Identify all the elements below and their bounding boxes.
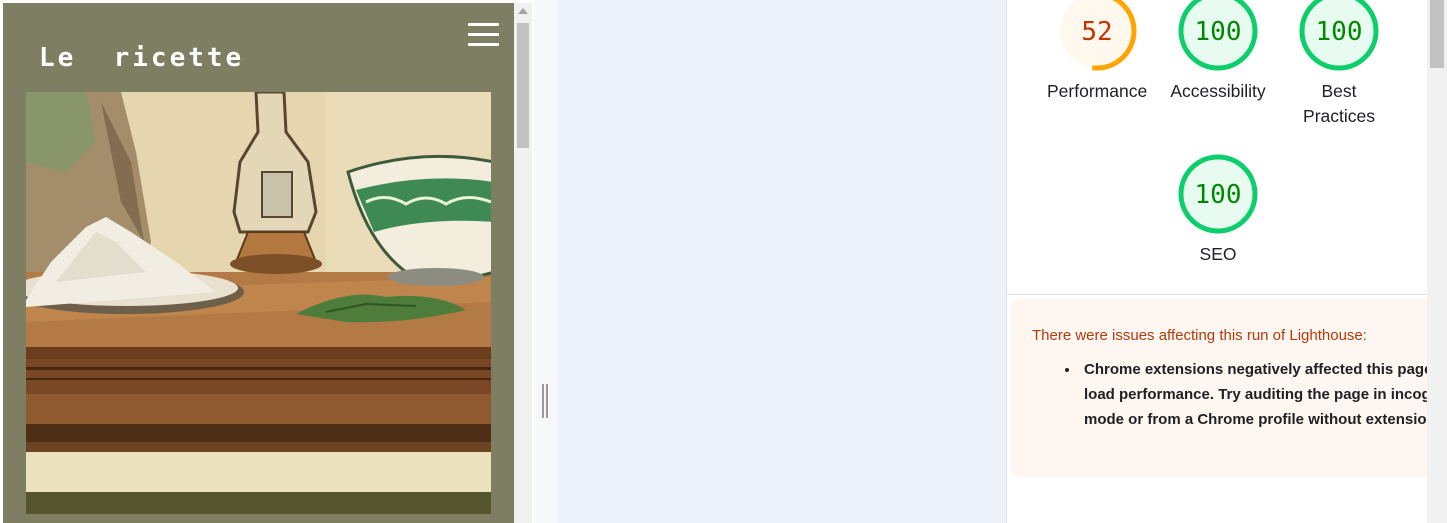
accessibility-label: Accessibility <box>1170 81 1266 101</box>
seo-score-ring: 100 <box>1178 154 1258 234</box>
preview-scrollbar[interactable] <box>514 3 532 523</box>
best-practices-gauge[interactable]: 100 Best Practices <box>1289 0 1389 129</box>
hero-caption-bar <box>26 492 491 514</box>
section-divider <box>1007 294 1428 295</box>
warning-list: Chrome extensions negatively affected th… <box>1058 357 1428 432</box>
accessibility-score: 100 <box>1195 17 1242 47</box>
site-logo[interactable]: Le ricette <box>39 45 244 71</box>
panel-gutter <box>534 0 558 523</box>
hamburger-menu-icon[interactable] <box>468 21 500 49</box>
report-scrollbar-thumb[interactable] <box>1430 0 1444 68</box>
preview-background <box>558 0 1006 523</box>
performance-label: Performance <box>1047 81 1148 101</box>
seo-label: SEO <box>1199 244 1237 264</box>
resize-handle-icon[interactable] <box>542 384 548 418</box>
performance-score: 52 <box>1081 17 1112 47</box>
seo-gauge[interactable]: 100 SEO <box>1168 154 1268 267</box>
scroll-up-arrow-icon[interactable] <box>518 8 528 14</box>
lighthouse-report: 52 Performance 100 Accessibility 100 Bes… <box>1006 0 1428 523</box>
performance-gauge[interactable]: 52 Performance <box>1047 0 1147 104</box>
device-viewport: Le ricette <box>3 3 514 523</box>
warning-title: There were issues affecting this run of … <box>1032 327 1367 344</box>
preview-scrollbar-thumb[interactable] <box>517 23 529 148</box>
hero-image <box>26 92 491 492</box>
best-practices-score-ring: 100 <box>1299 0 1379 71</box>
performance-score-ring: 52 <box>1057 0 1137 71</box>
report-scrollbar[interactable] <box>1427 0 1447 523</box>
seo-score: 100 <box>1195 180 1242 210</box>
mobile-preview-pane: Le ricette <box>0 0 534 523</box>
warning-item: Chrome extensions negatively affected th… <box>1080 357 1428 432</box>
accessibility-gauge[interactable]: 100 Accessibility <box>1168 0 1268 104</box>
lighthouse-warning-box: There were issues affecting this run of … <box>1010 299 1428 477</box>
best-practices-score: 100 <box>1316 17 1363 47</box>
best-practices-label: Best Practices <box>1303 81 1375 126</box>
accessibility-score-ring: 100 <box>1178 0 1258 71</box>
